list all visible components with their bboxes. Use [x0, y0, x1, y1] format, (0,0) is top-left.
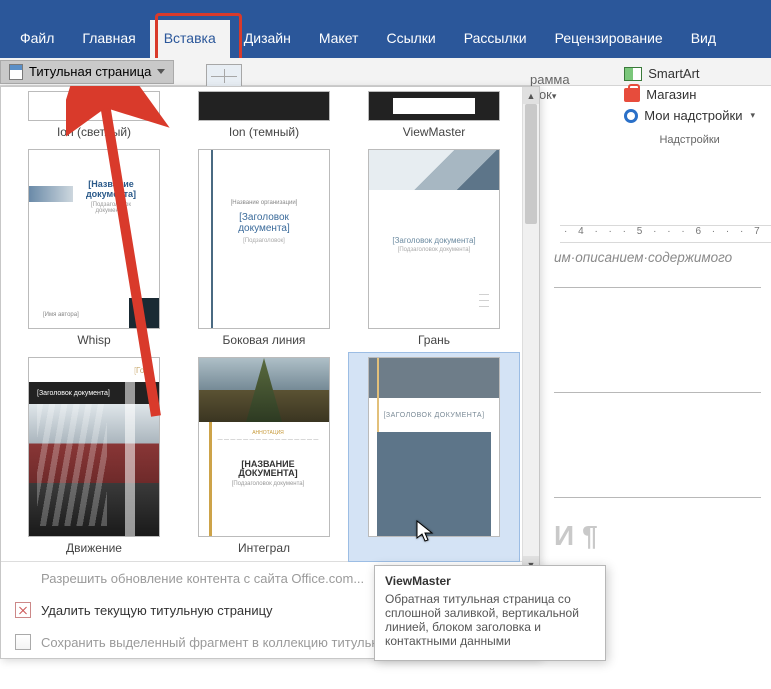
- thumb-lorem: — — — — — — — — — — — — — — — —: [217, 438, 319, 444]
- tooltip: ViewMaster Обратная титульная страница с…: [374, 565, 606, 661]
- store-icon: [624, 88, 640, 102]
- gallery-item-label: Ion (светлый): [15, 125, 173, 139]
- tooltip-body: Обратная титульная страница со сплошной …: [385, 592, 595, 648]
- gallery-item-label: Грань: [355, 333, 513, 347]
- gallery-item-viewmaster-top[interactable]: ViewMaster: [349, 87, 519, 145]
- tab-home[interactable]: Главная: [68, 20, 149, 58]
- thumb-title: [Заголовок документа]: [37, 390, 110, 397]
- gallery-item-label: Боковая линия: [185, 333, 343, 347]
- store-button[interactable]: Магазин: [624, 84, 755, 105]
- thumb-title: [Название документа]: [77, 180, 145, 200]
- table-button-icon[interactable]: [206, 64, 242, 88]
- my-addins-button[interactable]: Мои надстройки ▾: [624, 105, 755, 126]
- gallery-item-viewmaster-bottom[interactable]: [ЗАГОЛОВОК ДОКУМЕНТА]: [349, 353, 519, 561]
- store-label: Магазин: [646, 87, 696, 102]
- thumb-subtitle: [Подзаголовок документа]: [383, 247, 485, 253]
- tab-review[interactable]: Рецензирование: [541, 20, 677, 58]
- ribbon-right-panel: SmartArt Магазин Мои надстройки ▾ Надстр…: [624, 63, 755, 146]
- ribbon-tabs: Файл Главная Вставка Дизайн Макет Ссылки…: [0, 0, 771, 58]
- gallery-item-label: Whisp: [15, 333, 173, 347]
- thumb-subtitle: [Подзаголовок]: [213, 238, 315, 244]
- gallery-item-sideline[interactable]: [Название организации] [Заголовок докуме…: [179, 145, 349, 353]
- smartart-icon: [624, 67, 642, 81]
- tab-design[interactable]: Дизайн: [230, 20, 305, 58]
- addins-icon: [624, 109, 638, 123]
- thumb-title: [НАЗВАНИЕ ДОКУМЕНТА]: [217, 460, 319, 480]
- gallery-item-ion-light[interactable]: Ion (светлый): [9, 87, 179, 145]
- save-icon: [15, 634, 31, 650]
- cover-page-icon: [9, 64, 23, 80]
- thumb-subtitle: [Подзаголовок документа]: [217, 481, 319, 487]
- tab-layout[interactable]: Макет: [305, 20, 373, 58]
- tab-mailings[interactable]: Рассылки: [450, 20, 541, 58]
- scroll-up-icon[interactable]: ▲: [523, 87, 539, 104]
- thumb-title: [ЗАГОЛОВОК ДОКУМЕНТА]: [383, 412, 484, 419]
- tab-insert[interactable]: Вставка: [150, 20, 230, 58]
- addins-label: Мои надстройки: [644, 108, 742, 123]
- gallery-scrollbar[interactable]: ▲ ▼: [522, 87, 539, 573]
- smartart-label: SmartArt: [648, 66, 699, 81]
- gallery-item-label: Ion (темный): [185, 125, 343, 139]
- blank-icon: [15, 570, 31, 586]
- gallery-item-facet[interactable]: [Заголовок документа] [Подзаголовок доку…: [349, 145, 519, 353]
- thumb-org: [Название организации]: [213, 200, 315, 206]
- thumb-title: [Заголовок документа]: [383, 236, 485, 245]
- scroll-thumb[interactable]: [525, 104, 537, 224]
- thumb-contact: ——————: [479, 292, 489, 310]
- delete-icon: [15, 602, 31, 618]
- gallery-item-label: ViewMaster: [355, 125, 513, 139]
- horizontal-ruler[interactable]: · 4 · · · 5 · · · 6 · · · 7 · · · 8 · · …: [560, 225, 771, 243]
- thumb-annotation: АННОТАЦИЯ: [217, 430, 319, 436]
- gallery-item-label: Движение: [15, 541, 173, 555]
- gallery-item-integral[interactable]: АННОТАЦИЯ — — — — — — — — — — — — — — — …: [179, 353, 349, 561]
- paragraph-mark-icon: И¶: [554, 520, 606, 552]
- group-label-addins: Надстройки: [624, 134, 755, 146]
- cover-page-dropdown[interactable]: Титульная страница: [0, 60, 174, 84]
- gallery-item-whisp[interactable]: [Название документа] [Подзаголовок докум…: [9, 145, 179, 353]
- gallery-item-label: Интеграл: [185, 541, 343, 555]
- menu-label: Разрешить обновление контента с сайта Of…: [41, 571, 364, 586]
- thumb-year: [Год]: [134, 366, 151, 375]
- chevron-down-icon: ▾: [750, 110, 755, 121]
- thumb-subtitle: [Подзаголовок документа]: [77, 202, 145, 214]
- smartart-button[interactable]: SmartArt: [624, 63, 755, 84]
- thumb-footer: [Имя автора]: [43, 312, 79, 318]
- tab-view[interactable]: Вид: [677, 20, 730, 58]
- chevron-down-icon: [157, 69, 165, 74]
- tab-references[interactable]: Ссылки: [372, 20, 449, 58]
- cover-page-label: Титульная страница: [29, 64, 151, 79]
- menu-label: Удалить текущую титульную страницу: [41, 603, 273, 618]
- gallery-item-ion-dark[interactable]: Ion (темный): [179, 87, 349, 145]
- thumb-title: [Заголовок документа]: [213, 212, 315, 234]
- tab-file[interactable]: Файл: [6, 20, 68, 58]
- gallery-item-motion[interactable]: [Год] [Заголовок документа] Движение: [9, 353, 179, 561]
- doc-text-line: им·описанием·содержимого: [554, 250, 761, 265]
- tooltip-title: ViewMaster: [385, 574, 595, 588]
